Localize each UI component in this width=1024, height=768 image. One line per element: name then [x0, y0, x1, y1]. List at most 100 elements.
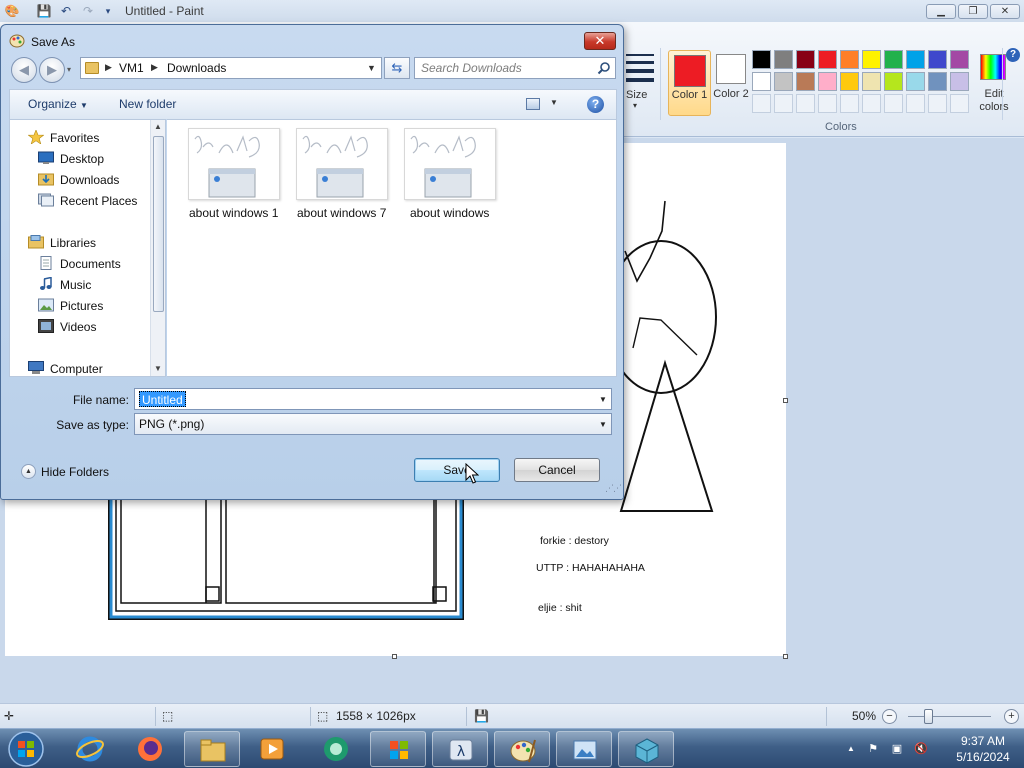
chevron-down-icon[interactable]: ▼ — [599, 395, 607, 404]
maximize-button[interactable]: ❐ — [958, 4, 988, 19]
file-name-label[interactable]: about windows 1 — [189, 206, 278, 220]
breadcrumb-vm1[interactable]: VM1 — [119, 61, 144, 75]
custom-color-slot[interactable] — [906, 94, 925, 113]
save-button[interactable]: Save — [414, 458, 500, 482]
minimize-button[interactable]: ▁ — [926, 4, 956, 19]
palette-color-swatch[interactable] — [884, 72, 903, 91]
custom-color-slot[interactable] — [928, 94, 947, 113]
undo-icon[interactable]: ↶ — [58, 3, 74, 19]
palette-color-swatch[interactable] — [840, 50, 859, 69]
clock-date[interactable]: 5/16/2024 — [948, 750, 1018, 764]
file-name-field[interactable]: Untitled ▼ — [134, 388, 612, 410]
organize-button[interactable]: Organize ▼ — [28, 97, 88, 111]
forward-button[interactable]: ▶ — [39, 57, 65, 83]
save-as-type-select[interactable]: PNG (*.png) ▼ — [134, 413, 612, 435]
palette-color-swatch[interactable] — [796, 50, 815, 69]
custom-color-slot[interactable] — [950, 94, 969, 113]
canvas-resize-handle[interactable] — [783, 398, 788, 403]
canvas-resize-handle[interactable] — [392, 654, 397, 659]
taskbar-file-explorer[interactable] — [184, 731, 240, 767]
search-input[interactable] — [421, 60, 591, 76]
palette-color-swatch[interactable] — [818, 50, 837, 69]
file-name-value[interactable]: Untitled — [139, 391, 186, 407]
palette-color-swatch[interactable] — [774, 72, 793, 91]
zoom-out-button[interactable]: − — [882, 709, 897, 724]
palette-color-swatch[interactable] — [906, 72, 925, 91]
custom-color-slot[interactable] — [884, 94, 903, 113]
back-button[interactable]: ◀ — [11, 57, 37, 83]
palette-color-swatch[interactable] — [862, 50, 881, 69]
custom-color-slot[interactable] — [752, 94, 771, 113]
network-icon[interactable]: ▣ — [890, 742, 904, 756]
file-thumbnail[interactable] — [296, 128, 388, 200]
flag-icon[interactable]: ⚑ — [866, 742, 880, 756]
taskbar-messenger[interactable] — [308, 731, 364, 767]
nav-item-downloads[interactable]: Downloads — [60, 173, 119, 187]
recent-locations-icon[interactable]: ▾ — [67, 65, 71, 74]
cancel-button[interactable]: Cancel — [514, 458, 600, 482]
custom-color-slot[interactable] — [796, 94, 815, 113]
show-hidden-icons-icon[interactable]: ▲ — [844, 742, 858, 756]
custom-color-slot[interactable] — [818, 94, 837, 113]
new-folder-button[interactable]: New folder — [119, 97, 176, 111]
palette-color-swatch[interactable] — [840, 72, 859, 91]
dialog-close-button[interactable]: ✕ — [584, 32, 616, 50]
taskbar-media-player[interactable] — [244, 731, 300, 767]
nav-item-recent-places[interactable]: Recent Places — [60, 194, 137, 208]
palette-color-swatch[interactable] — [928, 72, 947, 91]
zoom-slider-track[interactable] — [908, 716, 991, 717]
customize-quick-access-icon[interactable]: ▾ — [100, 3, 116, 19]
clock-time[interactable]: 9:37 AM — [948, 734, 1018, 748]
palette-color-swatch[interactable] — [950, 72, 969, 91]
size-tool[interactable] — [622, 52, 654, 114]
taskbar-firefox[interactable] — [122, 731, 178, 767]
address-bar[interactable]: ▶ VM1 ▶ Downloads ▼ — [80, 57, 382, 79]
taskbar-paint[interactable] — [494, 731, 550, 767]
edit-colors-button[interactable]: Edit colors — [977, 50, 1013, 116]
zoom-in-button[interactable]: + — [1004, 709, 1019, 724]
hide-folders-button[interactable]: ▲ Hide Folders — [21, 463, 121, 483]
search-icon[interactable] — [597, 61, 611, 75]
help-icon[interactable]: ? — [587, 96, 604, 113]
breadcrumb-arrow-icon[interactable]: ▶ — [105, 62, 112, 73]
file-thumbnail[interactable] — [188, 128, 280, 200]
custom-color-slot[interactable] — [774, 94, 793, 113]
palette-color-swatch[interactable] — [752, 72, 771, 91]
palette-color-swatch[interactable] — [906, 50, 925, 69]
start-button[interactable] — [4, 730, 48, 768]
file-name-label[interactable]: about windows — [410, 206, 489, 220]
volume-muted-icon[interactable]: 🔇 — [914, 742, 928, 756]
taskbar-windows-app[interactable] — [370, 731, 426, 767]
redo-icon[interactable]: ↷ — [80, 3, 96, 19]
nav-item-desktop[interactable]: Desktop — [60, 152, 104, 166]
palette-color-swatch[interactable] — [752, 50, 771, 69]
canvas-resize-handle[interactable] — [783, 654, 788, 659]
nav-item-videos[interactable]: Videos — [60, 320, 96, 334]
taskbar-package-app[interactable] — [618, 731, 674, 767]
palette-color-swatch[interactable] — [818, 72, 837, 91]
change-view-icon[interactable] — [526, 98, 540, 110]
taskbar-photo-viewer[interactable] — [556, 731, 612, 767]
palette-color-swatch[interactable] — [928, 50, 947, 69]
taskbar-lambda-app[interactable]: λ — [432, 731, 488, 767]
color1-button[interactable]: Color 1 — [668, 50, 711, 116]
paint-app-icon[interactable]: 🎨 — [4, 3, 20, 19]
nav-scrollbar[interactable]: ▲ ▼ — [150, 120, 165, 376]
nav-item-libraries[interactable]: Libraries — [50, 236, 96, 250]
palette-color-swatch[interactable] — [884, 50, 903, 69]
custom-color-slot[interactable] — [862, 94, 881, 113]
file-name-label[interactable]: about windows 7 — [297, 206, 386, 220]
scroll-down-icon[interactable]: ▼ — [154, 364, 162, 373]
palette-color-swatch[interactable] — [774, 50, 793, 69]
color2-button[interactable] — [716, 54, 746, 84]
scroll-up-icon[interactable]: ▲ — [154, 122, 162, 131]
file-thumbnail[interactable] — [404, 128, 496, 200]
refresh-button[interactable]: ⇆ — [384, 57, 410, 79]
nav-item-computer[interactable]: Computer — [50, 362, 103, 376]
palette-color-swatch[interactable] — [862, 72, 881, 91]
taskbar-internet-explorer[interactable] — [62, 731, 118, 767]
nav-item-pictures[interactable]: Pictures — [60, 299, 103, 313]
chevron-down-icon[interactable]: ▼ — [599, 420, 607, 429]
view-options-icon[interactable]: ▼ — [550, 98, 558, 107]
address-dropdown-icon[interactable]: ▼ — [367, 63, 376, 73]
